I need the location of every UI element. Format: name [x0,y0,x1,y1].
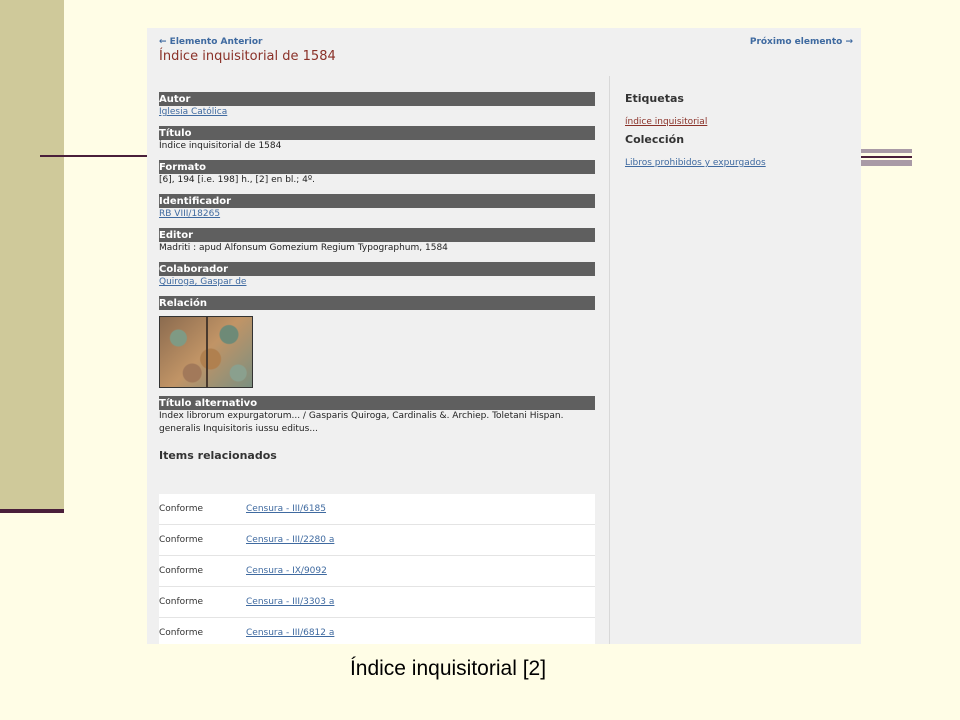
relation-type: Conforme [159,597,204,607]
decor-line [860,149,912,153]
related-items-table: Conforme Censura - III/6185 Conforme Cen… [159,494,595,644]
related-item-link[interactable]: Censura - III/6185 [246,504,326,514]
related-item-link[interactable]: Censura - III/3303 a [246,597,334,607]
relation-type: Conforme [159,628,204,638]
decor-line [860,156,912,158]
field-relacion: Relación [159,296,595,388]
field-editor: Editor Madriti : apud Alfonsum Gomezium … [159,228,595,262]
contributor-link[interactable]: Quiroga, Gaspar de [159,277,246,287]
publisher-value: Madriti : apud Alfonsum Gomezium Regium … [159,243,448,253]
sidebar: Etiquetas índice inquisitorial Colección… [625,92,855,168]
title-value: Índice inquisitorial de 1584 [159,141,282,151]
field-label: Título alternativo [159,396,595,410]
slide-left-bar [0,0,64,511]
page-title: Índice inquisitorial de 1584 [159,49,336,64]
related-item-link[interactable]: Censura - III/6812 a [246,628,334,638]
slide-caption: Índice inquisitorial [2] [349,657,547,680]
slide-decor-lines-right [860,149,912,167]
table-row: Conforme Censura - III/3303 a [159,587,595,618]
tags-heading: Etiquetas [625,92,684,105]
field-label: Relación [159,296,595,310]
related-item-link[interactable]: Censura - IX/9092 [246,566,327,576]
table-row: Conforme Censura - III/2280 a [159,525,595,556]
field-label: Autor [159,92,595,106]
field-value-wrap: RB VIII/18265 [159,208,595,228]
item-record-screenshot: ← Elemento Anterior Próximo elemento → Í… [147,28,861,644]
field-label: Colaborador [159,262,595,276]
field-autor: Autor Iglesia Católica [159,92,595,126]
field-colaborador: Colaborador Quiroga, Gaspar de [159,262,595,296]
field-identificador: Identificador RB VIII/18265 [159,194,595,228]
alternative-title-value: Index librorum expurgatorum... / Gaspari… [159,411,564,434]
field-label: Formato [159,160,595,174]
previous-item-link[interactable]: ← Elemento Anterior [159,37,262,47]
slide-decor-line-left [40,155,148,157]
table-row: Conforme Censura - III/6812 a [159,618,595,644]
related-item-link[interactable]: Censura - III/2280 a [246,535,334,545]
field-formato: Formato [6], 194 [i.e. 198] h., [2] en b… [159,160,595,194]
metadata-fields: Autor Iglesia Católica Título Índice inq… [159,92,595,436]
next-item-link[interactable]: Próximo elemento → [750,37,853,47]
identifier-link[interactable]: RB VIII/18265 [159,209,220,219]
field-label: Título [159,126,595,140]
relation-type: Conforme [159,566,204,576]
tag-link[interactable]: índice inquisitorial [625,117,855,127]
field-value-wrap: Quiroga, Gaspar de [159,276,595,296]
collection-heading: Colección [625,133,685,146]
slide-left-bar-rule [0,509,64,513]
field-value-wrap: Iglesia Católica [159,106,595,126]
related-item-thumbnail[interactable] [159,316,253,388]
decor-line [860,160,912,166]
field-titulo-alternativo: Título alternativo Index librorum expurg… [159,396,595,436]
relation-type: Conforme [159,535,204,545]
relation-type: Conforme [159,504,204,514]
field-label: Editor [159,228,595,242]
field-label: Identificador [159,194,595,208]
collection-link[interactable]: Libros prohibidos y expurgados [625,158,855,168]
field-titulo: Título Índice inquisitorial de 1584 [159,126,595,160]
format-value: [6], 194 [i.e. 198] h., [2] en bl.; 4º. [159,175,315,185]
table-row: Conforme Censura - IX/9092 [159,556,595,587]
table-row: Conforme Censura - III/6185 [159,494,595,525]
author-link[interactable]: Iglesia Católica [159,107,227,117]
column-divider [609,76,610,644]
related-items-heading: Items relacionados [159,449,277,462]
